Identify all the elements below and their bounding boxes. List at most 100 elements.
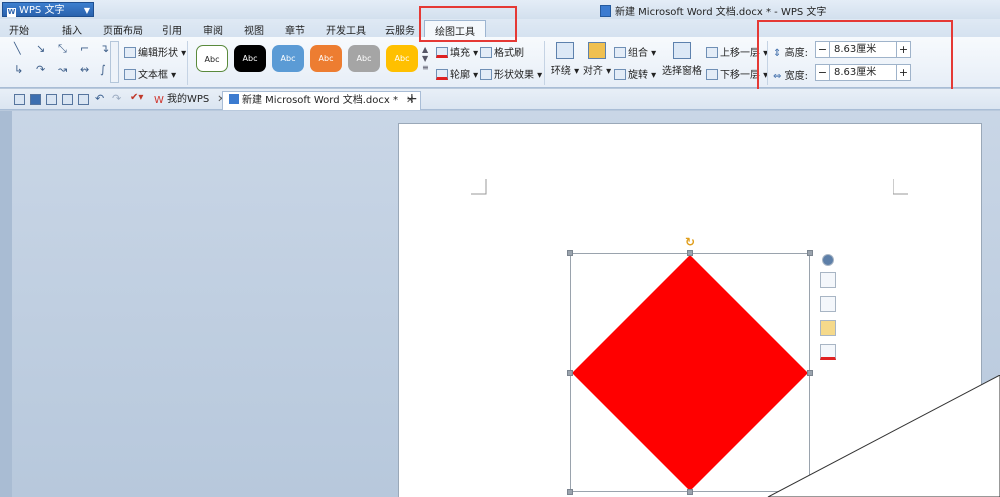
bring-forward-icon: [706, 47, 718, 58]
resize-handle-left[interactable]: [567, 370, 573, 376]
wps-logo-icon: W: [7, 8, 16, 17]
resize-handle-bottom-left[interactable]: [567, 489, 573, 495]
arrow-shape-icon[interactable]: ↘: [36, 42, 45, 55]
print-icon[interactable]: [62, 94, 73, 105]
tab-current-document[interactable]: 新建 Microsoft Word 文档.docx * ✕: [222, 91, 422, 110]
rotate-button[interactable]: 旋转 ▾: [614, 66, 656, 81]
resize-handle-bottom[interactable]: [687, 489, 693, 495]
format-brush-label: 格式刷: [494, 48, 524, 59]
wrap-label: 环绕: [550, 66, 571, 77]
gallery-scroll-buttons[interactable]: [110, 41, 119, 83]
tab-sections[interactable]: 章节: [285, 22, 305, 37]
shape-effects-label: 形状效果: [494, 70, 534, 81]
line-shape-icon[interactable]: ╲: [14, 42, 21, 55]
freeform-icon[interactable]: ∫: [100, 63, 106, 76]
chevron-down-icon: ▼: [83, 6, 90, 15]
align-button[interactable]: 对齐 ▾: [580, 42, 614, 77]
outline-label: 轮廓: [450, 70, 470, 81]
resize-handle-top[interactable]: [687, 250, 693, 256]
edit-shape-button[interactable]: 编辑形状 ▾: [124, 44, 186, 59]
workspace-background: [0, 111, 12, 497]
select-pane-button[interactable]: 选择窗格: [660, 42, 704, 77]
quick-access-toolbar: ↶ ↷ ✔▾ W我的WPS✕ 新建 Microsoft Word 文档.docx…: [0, 89, 1000, 110]
align-label: 对齐: [582, 66, 603, 77]
save-icon[interactable]: [30, 94, 41, 105]
send-backward-icon: [706, 69, 718, 80]
document-icon: [600, 5, 611, 17]
group-button[interactable]: 组合 ▾: [614, 44, 656, 59]
tab-cloud-services[interactable]: 云服务: [385, 22, 415, 37]
curve-arrow-icon[interactable]: ↝: [58, 63, 67, 76]
shape-style-white[interactable]: Abc: [196, 45, 228, 72]
fill-label: 填充: [450, 48, 470, 59]
new-tab-button[interactable]: +: [406, 91, 418, 107]
group-icon: [614, 47, 626, 58]
wrap-text-icon: [556, 42, 574, 59]
elbow-arrow-icon[interactable]: ↴: [100, 42, 109, 55]
crop-mark-top-left: [471, 179, 487, 195]
wps-logo-icon: W: [154, 95, 164, 106]
select-pane-label: 选择窗格: [662, 66, 702, 77]
text-box-label: 文本框: [138, 70, 168, 81]
elbow-double-arrow-icon[interactable]: ↳: [14, 63, 23, 76]
tab-review[interactable]: 审阅: [203, 22, 223, 37]
highlight-drawing-tools-tab: [419, 6, 517, 42]
text-box-button[interactable]: 文本框 ▾: [124, 66, 176, 81]
tab-developer-tools[interactable]: 开发工具: [326, 22, 366, 37]
tab-references[interactable]: 引用: [162, 22, 182, 37]
send-backward-label: 下移一层: [720, 70, 760, 81]
bring-forward-label: 上移一层: [720, 48, 760, 59]
fill-bucket-icon: [436, 47, 448, 58]
elbow-connector-icon[interactable]: ⌐: [80, 42, 89, 55]
export-pdf-icon[interactable]: [46, 94, 57, 105]
customize-toolbar-icon[interactable]: ✔▾: [130, 92, 143, 103]
group-label: 组合: [628, 48, 648, 59]
document-icon: [229, 94, 239, 104]
shape-style-blue[interactable]: Abc: [272, 45, 304, 72]
ribbon-separator: [544, 41, 545, 85]
app-menu-button[interactable]: W WPS 文字 ▼: [2, 2, 94, 17]
shape-style-gray[interactable]: Abc: [348, 45, 380, 72]
rotate-icon: [614, 69, 626, 80]
shape-effects-icon: [480, 69, 492, 80]
shape-style-black[interactable]: Abc: [234, 45, 266, 72]
shape-outline-icon[interactable]: [820, 296, 836, 312]
redo-icon[interactable]: ↷: [112, 92, 121, 105]
resize-handle-top-left[interactable]: [567, 250, 573, 256]
more-styles-icon[interactable]: ▲ ▼ ≡: [422, 45, 432, 72]
shape-effects-button[interactable]: 形状效果 ▾: [480, 66, 542, 81]
tab-view[interactable]: 视图: [244, 22, 264, 37]
app-name: WPS 文字: [19, 5, 65, 16]
undo-icon[interactable]: ↶: [95, 92, 104, 105]
collapse-icon[interactable]: [822, 254, 834, 266]
align-icon: [588, 42, 606, 59]
outline-pen-icon: [436, 69, 448, 80]
curve-double-arrow-icon[interactable]: ↭: [80, 63, 89, 76]
layout-options-icon[interactable]: [820, 272, 836, 288]
curve-connector-icon[interactable]: ↷: [36, 63, 45, 76]
shape-fill-icon[interactable]: [820, 320, 836, 336]
tab-insert[interactable]: 插入: [62, 22, 82, 37]
tab-page-layout[interactable]: 页面布局: [103, 22, 143, 37]
edit-shape-icon: [124, 47, 136, 58]
tab-start[interactable]: 开始: [9, 22, 29, 37]
print-preview-icon[interactable]: [78, 94, 89, 105]
double-arrow-shape-icon[interactable]: ⤡: [58, 42, 67, 56]
shape-style-orange[interactable]: Abc: [310, 45, 342, 72]
page-corner-overlay: [767, 375, 1000, 497]
rotate-handle-icon[interactable]: ↻: [685, 235, 695, 249]
outline-button[interactable]: 轮廓 ▾: [436, 66, 478, 81]
format-brush-button[interactable]: 格式刷: [480, 44, 524, 59]
line-shapes-gallery[interactable]: ╲ ↘ ⤡ ⌐ ↴ ↳ ↷ ↝ ↭ ∫: [12, 42, 109, 82]
ribbon-separator: [187, 41, 188, 85]
resize-handle-top-right[interactable]: [807, 250, 813, 256]
format-brush-icon: [480, 47, 492, 58]
my-wps-label: 我的WPS: [167, 94, 210, 105]
shape-style-gold[interactable]: Abc: [386, 45, 418, 72]
tab-my-wps[interactable]: W我的WPS✕: [148, 91, 232, 110]
fill-button[interactable]: 填充 ▾: [436, 44, 478, 59]
crop-mark-top-right: [893, 179, 908, 195]
new-document-icon[interactable]: [14, 94, 25, 105]
line-color-icon[interactable]: [820, 344, 836, 360]
wrap-button[interactable]: 环绕 ▾: [548, 42, 582, 77]
